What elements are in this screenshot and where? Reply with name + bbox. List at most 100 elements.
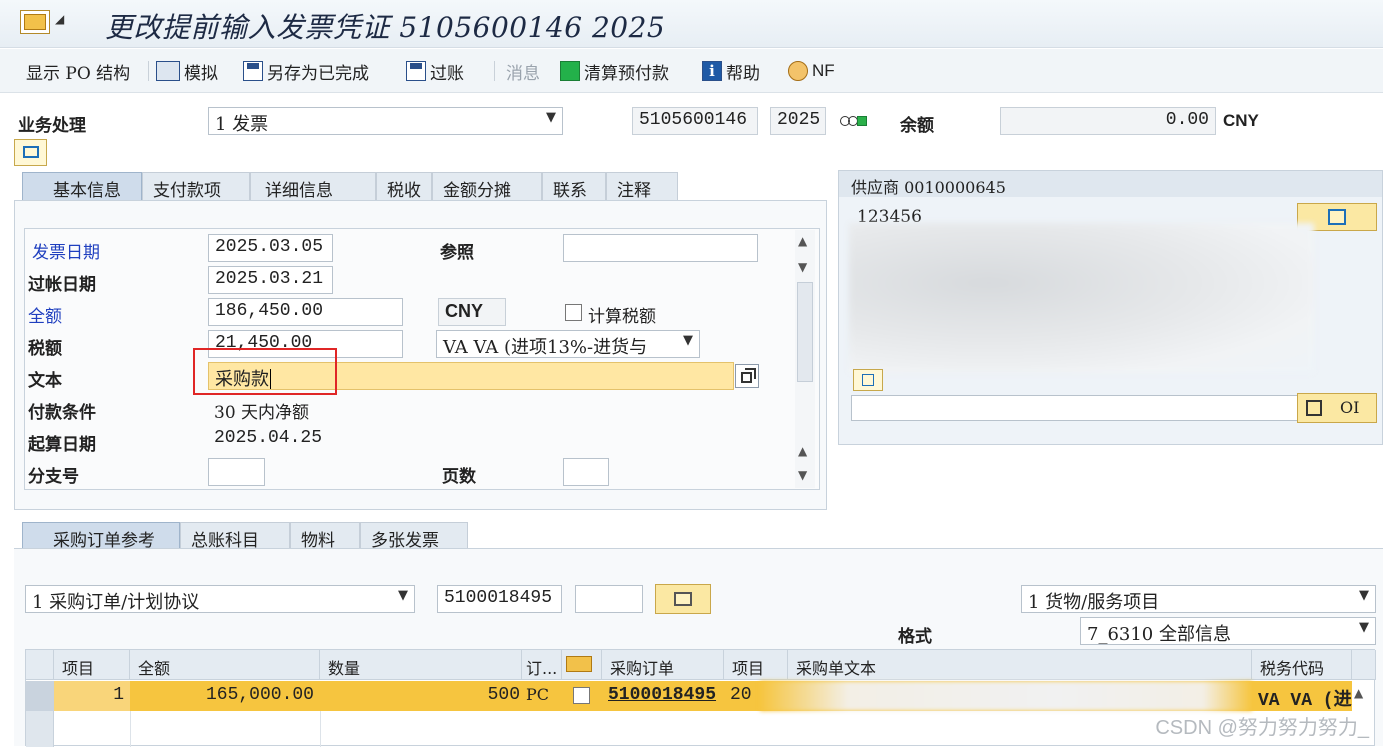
calc-tax-checkbox[interactable] bbox=[565, 304, 582, 321]
doc-number-field: 5105600146 bbox=[632, 107, 758, 135]
row-amount[interactable]: 165,000.00 bbox=[130, 681, 320, 711]
messages-button[interactable]: 消息 bbox=[506, 59, 540, 84]
open-items-button[interactable]: OI bbox=[1297, 393, 1377, 423]
layout-label: 格式 bbox=[898, 627, 932, 647]
scroll-down-icon[interactable]: ▼ bbox=[798, 260, 807, 274]
save-as-completed-label: 另存为已完成 bbox=[267, 63, 369, 84]
scroll-down-icon[interactable]: ▼ bbox=[798, 468, 807, 482]
col-check[interactable] bbox=[562, 650, 602, 680]
row-selector[interactable] bbox=[26, 681, 54, 711]
balance-currency: CNY bbox=[1223, 111, 1259, 130]
row-checkbox[interactable] bbox=[573, 687, 590, 704]
text-label: 文本 bbox=[28, 371, 62, 391]
show-po-structure-button[interactable]: 显示 PO 结构 bbox=[26, 59, 130, 84]
tab-amount-split[interactable]: 金额分摊 bbox=[432, 172, 542, 202]
scroll-up-icon[interactable]: ▲ bbox=[1354, 686, 1363, 700]
column-divider bbox=[130, 711, 131, 747]
col-po-text[interactable]: 采购单文本 bbox=[788, 650, 1252, 680]
tab-note[interactable]: 注释 bbox=[606, 172, 678, 202]
posting-date-field[interactable]: 2025.03.21 bbox=[208, 266, 333, 294]
transaction-value: 1 发票 bbox=[215, 114, 269, 135]
nf-button[interactable]: NF bbox=[788, 59, 835, 83]
long-text-icon[interactable] bbox=[735, 364, 759, 388]
row-unit: PC bbox=[526, 685, 550, 704]
col-settings[interactable] bbox=[1352, 650, 1376, 680]
col-quantity[interactable]: 数量 bbox=[320, 650, 522, 680]
row-selector[interactable] bbox=[26, 711, 54, 747]
col-amount[interactable]: 全额 bbox=[130, 650, 320, 680]
tax-code-select[interactable]: VA VA (进项13%-进货与 ▼ bbox=[436, 330, 700, 358]
help-label: 帮助 bbox=[726, 63, 760, 84]
vendor-header: 供应商 0010000645 bbox=[839, 171, 1382, 197]
po-item-field[interactable] bbox=[575, 585, 643, 613]
highlight-box bbox=[193, 348, 337, 395]
chevron-down-icon[interactable]: ◢ bbox=[55, 12, 69, 34]
amount-field[interactable]: 186,450.00 bbox=[208, 298, 403, 326]
transaction-select[interactable]: 1 发票 ▼ bbox=[208, 107, 563, 135]
save-as-completed-button[interactable]: 另存为已完成 bbox=[243, 59, 369, 84]
pages-label: 页数 bbox=[442, 467, 476, 487]
pages-field[interactable] bbox=[563, 458, 609, 486]
balance-field: 0.00 bbox=[1000, 107, 1216, 135]
scroll-thumb[interactable] bbox=[797, 282, 813, 382]
basic-scrollbar[interactable]: ▲ ▼ ▲ ▼ bbox=[795, 230, 815, 488]
layout-select[interactable]: 7_6310 全部信息 ▼ bbox=[1080, 617, 1376, 645]
fiscal-year-field: 2025 bbox=[770, 107, 826, 135]
tab-basic-data[interactable]: 基本信息 bbox=[22, 172, 142, 202]
tab-details[interactable]: 详细信息 bbox=[250, 172, 376, 202]
post-label: 过账 bbox=[430, 63, 464, 84]
layout-value: 7_6310 全部信息 bbox=[1087, 624, 1231, 645]
clear-prepayment-button[interactable]: 清算预付款 bbox=[560, 59, 669, 84]
app-menu-icon[interactable] bbox=[20, 10, 50, 34]
header-layout-icon[interactable] bbox=[14, 139, 47, 166]
posting-date-label: 过帐日期 bbox=[28, 275, 96, 295]
transfer-button[interactable] bbox=[655, 584, 711, 614]
item-type-select[interactable]: 1 货物/服务项目 ▼ bbox=[1021, 585, 1376, 613]
ref-type-value: 1 采购订单/计划协议 bbox=[32, 592, 200, 613]
col-tax-code[interactable]: 税务代码 bbox=[1252, 650, 1352, 680]
amount-label: 全额 bbox=[28, 307, 62, 327]
baseline-date-value: 2025.04.25 bbox=[214, 428, 323, 448]
calc-tax-label: 计算税额 bbox=[588, 307, 656, 327]
nf-label: NF bbox=[812, 61, 835, 80]
branch-field[interactable] bbox=[208, 458, 265, 486]
invoice-date-field[interactable]: 2025.03.05 bbox=[208, 234, 333, 262]
transfer-icon bbox=[674, 592, 692, 606]
bank-icon[interactable] bbox=[853, 369, 883, 391]
help-button[interactable]: i 帮助 bbox=[702, 59, 760, 84]
save-icon bbox=[406, 61, 426, 81]
col-po-item[interactable]: 项目 bbox=[724, 650, 788, 680]
vendor-panel: 供应商 0010000645 123456 OI bbox=[838, 170, 1383, 445]
row-quantity[interactable]: 500 bbox=[320, 681, 522, 711]
vendor-extra-field[interactable] bbox=[851, 395, 1299, 421]
tax-code-value: VA VA (进项13%-进货与 bbox=[443, 337, 648, 358]
basic-data-subpanel bbox=[24, 228, 820, 490]
table-icon bbox=[1306, 400, 1322, 416]
simulate-button[interactable]: 模拟 bbox=[156, 59, 218, 84]
col-po[interactable]: 采购订单 bbox=[602, 650, 724, 680]
simulate-label: 模拟 bbox=[184, 63, 218, 84]
open-items-label: OI bbox=[1340, 398, 1360, 417]
post-button[interactable]: 过账 bbox=[406, 59, 464, 84]
tab-tax[interactable]: 税收 bbox=[376, 172, 432, 202]
currency-field: CNY bbox=[438, 298, 506, 326]
toolbar: 显示 PO 结构 模拟 另存为已完成 过账 消息 清算预付款 i 帮助 NF bbox=[0, 49, 1383, 93]
col-item[interactable]: 项目 bbox=[54, 650, 130, 680]
scroll-up-icon[interactable]: ▲ bbox=[798, 444, 807, 458]
po-number-field[interactable]: 5100018495 bbox=[437, 585, 562, 613]
chevron-down-icon: ▼ bbox=[398, 588, 408, 603]
tab-payment[interactable]: 支付款项 bbox=[142, 172, 250, 202]
row-po-link[interactable]: 5100018495 bbox=[602, 681, 724, 711]
tab-contact[interactable]: 联系 bbox=[542, 172, 606, 202]
save-icon bbox=[243, 61, 263, 81]
scroll-up-icon[interactable]: ▲ bbox=[798, 234, 807, 248]
select-all-header[interactable] bbox=[26, 650, 54, 680]
ref-type-select[interactable]: 1 采购订单/计划协议 ▼ bbox=[25, 585, 415, 613]
row-tax-code[interactable]: VA VA (进 bbox=[1252, 681, 1352, 711]
col-order-unit[interactable]: 订... bbox=[522, 650, 562, 680]
balance-label: 余额 bbox=[900, 116, 934, 136]
chevron-down-icon: ▼ bbox=[1359, 620, 1369, 635]
reference-field[interactable] bbox=[563, 234, 758, 262]
branch-label: 分支号 bbox=[28, 467, 79, 487]
item-type-value: 1 货物/服务项目 bbox=[1028, 592, 1160, 613]
